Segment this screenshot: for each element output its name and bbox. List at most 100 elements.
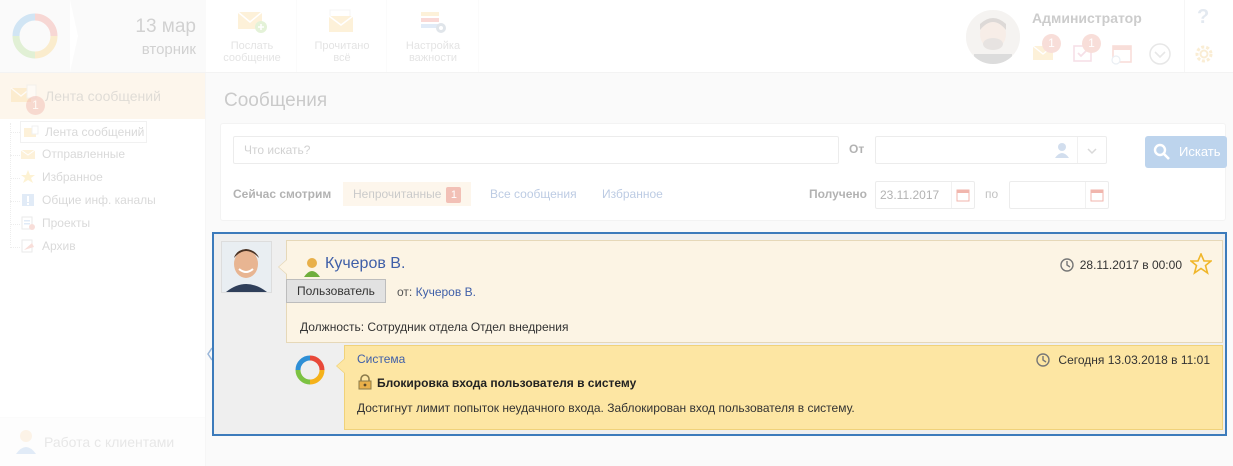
viewing-label: Сейчас смотрим [233, 187, 332, 201]
user-name[interactable]: Администратор [1032, 10, 1142, 26]
tree-branch [10, 201, 20, 202]
sidebar-feed-header[interactable]: 1 Лента сообщений [0, 73, 205, 119]
to-label: по [985, 187, 999, 201]
sidebar-item-label: Избранное [42, 170, 103, 184]
chevron-down-icon[interactable] [1086, 145, 1098, 157]
star-icon[interactable] [1190, 253, 1212, 275]
tree-branch [10, 247, 20, 248]
sidebar-item-favorites[interactable]: Избранное [20, 167, 103, 187]
message-date: 28.11.2017 в 00:00 [1079, 258, 1182, 272]
feed-badge: 1 [26, 96, 45, 115]
top-bar: 13 мар вторник Послать сообщение Прочита… [0, 0, 1233, 73]
feed-icon [24, 125, 39, 137]
app-logo[interactable] [0, 0, 70, 72]
tree-branch [10, 178, 20, 179]
tree-branch [10, 132, 20, 133]
lock-icon [358, 374, 372, 390]
sender-name[interactable]: Кучеров В. [325, 255, 405, 273]
sidebar-clients-section[interactable]: Работа с клиентами [0, 417, 205, 466]
message-card[interactable]: Кучеров В. 28.11.2017 в 00:00 Пользовате… [278, 240, 1223, 343]
help-settings-column: ? [1184, 0, 1233, 72]
clock-icon [1060, 258, 1074, 272]
from-link[interactable]: Кучеров В. [416, 285, 476, 299]
search-button[interactable]: Искать [1145, 136, 1227, 168]
sidebar-item-archive[interactable]: Архив [20, 236, 76, 256]
user-picker-icon[interactable] [1054, 142, 1070, 158]
sidebar-item-label: Отправленные [42, 147, 126, 161]
calendar-icon [1090, 189, 1104, 202]
sidebar-item-label: Лента сообщений [45, 125, 145, 139]
date-display: 13 мар вторник [70, 0, 206, 72]
tab-favorites[interactable]: Избранное [592, 182, 673, 206]
tree-line [10, 123, 11, 245]
system-reply-date: Сегодня 13.03.2018 в 11:01 [1058, 353, 1210, 367]
filter-panel: Что искать? От Искать Сейчас смотрим Неп… [220, 123, 1227, 221]
from-line: от: Кучеров В. [397, 285, 476, 299]
system-sender-name[interactable]: Система [357, 352, 405, 366]
feed-title: Лента сообщений [45, 88, 161, 104]
sidebar-item-feed[interactable]: Лента сообщений [20, 121, 148, 143]
read-all-button[interactable]: Прочитано всё [298, 0, 387, 72]
user-icon [304, 258, 320, 277]
date-to-calendar-button[interactable] [1085, 182, 1108, 208]
sidebar-item-channels[interactable]: Общие инф. каналы [20, 190, 156, 210]
clock-icon [1036, 353, 1050, 367]
message-thread: Кучеров В. 28.11.2017 в 00:00 Пользовате… [212, 232, 1227, 436]
search-input[interactable]: Что искать? [233, 136, 839, 164]
sent-icon [20, 149, 36, 159]
message-body: Должность: Сотрудник отдела Отдел внедре… [300, 320, 569, 334]
read-all-label: Прочитано всё [314, 40, 370, 64]
clients-icon [16, 430, 36, 454]
from-input[interactable] [875, 136, 1107, 164]
importance-settings-label: Настройка важности [405, 40, 461, 64]
gear-icon[interactable] [1192, 42, 1216, 66]
sidebar-item-projects[interactable]: Проекты [20, 213, 90, 233]
system-reply-card[interactable]: Система Сегодня 13.03.2018 в 11:01 Блоки… [336, 345, 1223, 430]
date-day: 13 мар [135, 16, 196, 37]
tree-branch [10, 224, 20, 225]
read-all-icon [328, 9, 354, 32]
sidebar-item-sent[interactable]: Отправленные [20, 144, 125, 164]
sidebar-item-label: Архив [42, 239, 76, 253]
clients-label: Работа с клиентами [44, 434, 175, 450]
system-reply-subject: Блокировка входа пользователя в систему [377, 376, 637, 390]
sender-avatar[interactable] [221, 241, 272, 293]
tab-unread-label: Непрочитанные [353, 187, 442, 201]
tab-unread-count: 1 [446, 187, 462, 203]
calendar-icon[interactable] [1110, 43, 1134, 65]
help-icon[interactable]: ? [1197, 6, 1209, 29]
admin-photo [966, 10, 1020, 64]
chevron-down-icon[interactable] [1148, 42, 1172, 66]
admin-avatar[interactable] [966, 10, 1020, 64]
date-from-input[interactable]: 23.11.2017 [875, 181, 975, 209]
date-from-calendar-button[interactable] [951, 182, 974, 208]
logo-ring-icon [12, 13, 58, 59]
projects-icon [21, 216, 35, 230]
archive-icon [21, 239, 34, 253]
tab-all-messages[interactable]: Все сообщения [480, 182, 587, 206]
tab-unread[interactable]: Непрочитанные 1 [343, 182, 472, 206]
tree-branch [10, 155, 20, 156]
send-message-label: Послать сообщение [223, 40, 281, 64]
importance-settings-icon [421, 12, 446, 33]
calendar-icon [956, 189, 970, 202]
from-prefix: от: [397, 285, 413, 299]
date-from-value: 23.11.2017 [880, 188, 940, 202]
sidebar-item-label: Общие инф. каналы [42, 193, 156, 207]
divider [1077, 137, 1078, 163]
user-notifications: 1 1 [1030, 34, 1180, 68]
system-reply-body: Достигнут лимит попыток неудачного входа… [357, 401, 855, 415]
system-logo-icon [295, 355, 325, 385]
role-tag: Пользователь [286, 279, 386, 303]
sidebar-item-label: Проекты [42, 216, 91, 230]
sender-photo [222, 242, 271, 292]
date-weekday: вторник [141, 41, 196, 58]
send-message-button[interactable]: Послать сообщение [208, 0, 297, 72]
from-label: От [849, 142, 865, 156]
tasks-badge: 1 [1082, 34, 1101, 53]
date-to-input[interactable] [1009, 181, 1109, 209]
tab-favorites-label: Избранное [602, 187, 663, 201]
search-icon [1153, 143, 1170, 160]
mail-badge: 1 [1042, 34, 1061, 53]
importance-settings-button[interactable]: Настройка важности [388, 0, 479, 72]
